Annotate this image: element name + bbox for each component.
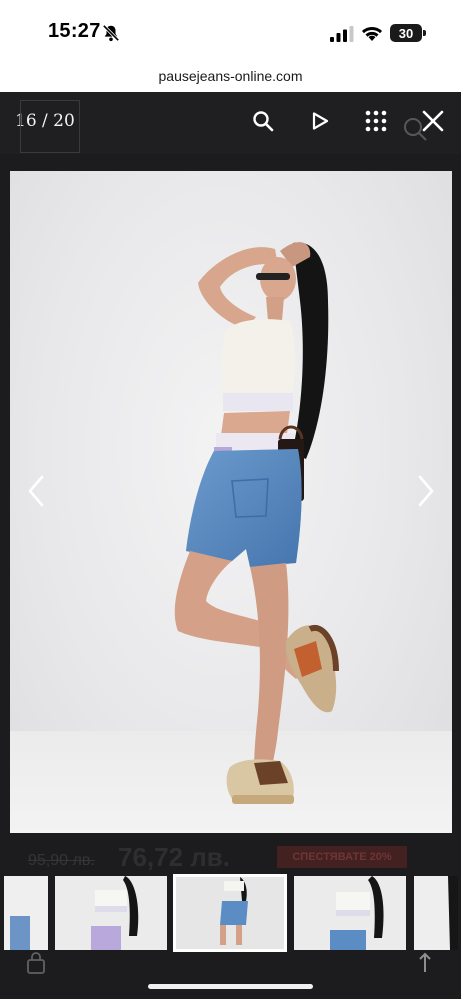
thumbnail[interactable] [294, 876, 406, 950]
counter-frame [20, 100, 80, 153]
arrow-up-icon[interactable] [418, 952, 432, 974]
zoom-icon [404, 118, 427, 141]
url-text: pausejeans-online.com [158, 68, 303, 84]
play-icon [312, 112, 329, 130]
discount-badge: СПЕСТЯВАТЕ 20% [277, 846, 407, 868]
thumbnail[interactable] [55, 876, 167, 950]
battery-cap [423, 30, 426, 36]
thumbnail-active[interactable] [173, 874, 287, 952]
home-indicator[interactable] [148, 984, 313, 989]
grid-view-button[interactable] [361, 106, 391, 136]
grid-icon [365, 110, 387, 132]
thumbnail[interactable] [414, 876, 458, 950]
url-bar[interactable]: pausejeans-online.com [0, 62, 461, 92]
bell-off-icon [102, 24, 120, 42]
thumbnail[interactable] [4, 876, 48, 950]
new-price: 76,72 лв. [118, 842, 231, 872]
wifi-icon [362, 27, 382, 41]
search-icon [253, 111, 274, 132]
old-price: 95,90 лв. [28, 852, 95, 869]
search-button[interactable] [248, 106, 278, 136]
slideshow-button[interactable] [305, 106, 335, 136]
model-illustration [174, 242, 339, 804]
status-bar: 15:27 30 [0, 0, 461, 62]
status-time: 15:27 [48, 20, 101, 42]
chevron-right-icon[interactable] [414, 471, 438, 511]
chevron-left-icon[interactable] [24, 471, 48, 511]
share-icon[interactable] [26, 952, 46, 974]
price-row: 95,90 лв. 76,72 лв. СПЕСТЯВАТЕ 20% [0, 838, 461, 874]
battery-indicator: 30 [390, 24, 422, 42]
product-photo[interactable] [10, 171, 452, 833]
signal-icon [330, 26, 354, 42]
thumbnail-strip [0, 874, 461, 952]
